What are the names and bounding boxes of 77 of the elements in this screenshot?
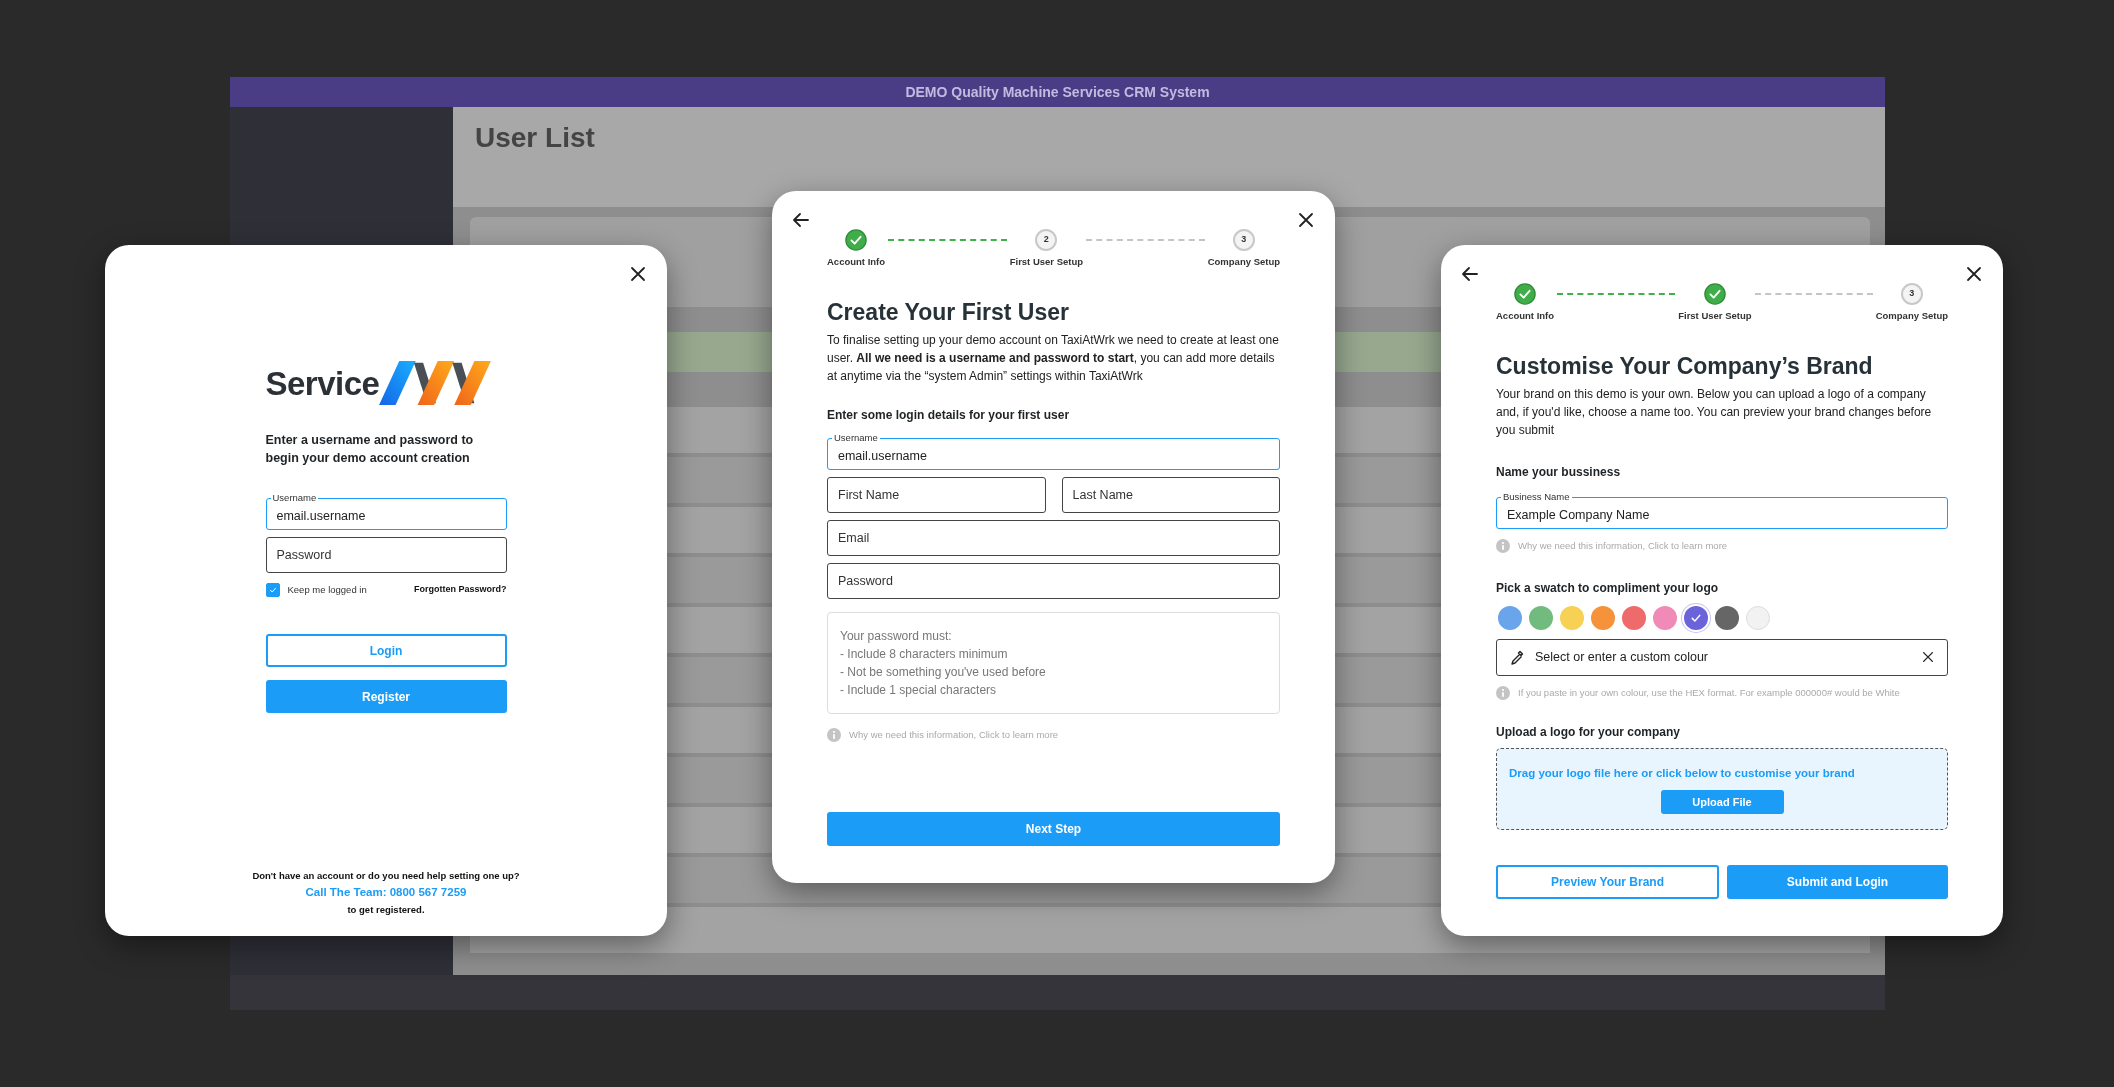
section-label: Enter some login details for your first user (827, 407, 1071, 424)
section-label: Upload a logo for your company (1496, 723, 1681, 740)
color-swatch[interactable] (1529, 605, 1553, 630)
input-field[interactable]: Password (265, 537, 507, 573)
intro-text: To finalise setting up your demo account on TaxiAtWrk we need to create at least one user. All we need is a username and password to start, you can add more details at anytime via the “system Admin” settings within TaxiAtWrk (827, 332, 1280, 386)
input-field[interactable]: Last Name (1061, 477, 1280, 514)
info-icon (1496, 685, 1510, 700)
text-input[interactable]: email.username (276, 503, 496, 529)
logo-stripes-icon (379, 361, 492, 405)
colour-field[interactable]: Select or enter a custom colour (1496, 638, 1948, 676)
step-label: Account Info (1496, 309, 1555, 323)
dialog-title: Create Your First User (827, 298, 1071, 328)
eyedropper-icon (1509, 649, 1525, 665)
heading-text: Enter a username and password to begin your demo account creation (265, 432, 475, 467)
field-label: Username (271, 493, 318, 503)
upload-button[interactable]: Upload File (1660, 789, 1784, 814)
close-icon[interactable] (629, 265, 647, 283)
color-swatch[interactable] (1715, 605, 1739, 630)
help-text: Don't have an account or do you need help setting one up? (252, 869, 520, 883)
forgot-password-link[interactable]: Forgotten Password? (414, 583, 507, 597)
button[interactable]: Login (265, 634, 507, 667)
checkbox[interactable] (265, 583, 280, 597)
step-label: Account Info (827, 255, 886, 269)
clear-icon[interactable] (1921, 650, 1935, 664)
logo-text: Service (265, 366, 380, 400)
color-swatch[interactable] (1560, 605, 1584, 630)
dropzone-hint: Drag your logo file here or click below to customise your brand (1509, 765, 1855, 781)
app-header-title: DEMO Quality Machine Services CRM System (905, 82, 1210, 102)
step-label: First User Setup (1678, 309, 1752, 323)
info-icon (1496, 539, 1510, 554)
color-swatch[interactable] (1622, 605, 1646, 630)
info-note[interactable]: Why we need this information, Click to learn more (849, 728, 1059, 743)
button[interactable]: Register (265, 680, 507, 713)
call-team-link[interactable]: Call The Team: 0800 567 7259 (305, 884, 467, 901)
info-note[interactable]: Why we need this information, Click to learn more (1518, 539, 1728, 554)
field-label: Business Name (1502, 492, 1571, 503)
color-swatch[interactable] (1684, 605, 1708, 630)
rule-text: - Include 1 special characters (840, 682, 998, 700)
section-label: Name your bussiness (1496, 464, 1622, 481)
text-input[interactable]: Example Company Name (1507, 502, 1937, 529)
input-field[interactable]: Business Name Example Company Name (1496, 492, 1948, 530)
color-swatch[interactable] (1653, 605, 1677, 630)
field-label: Username (833, 433, 879, 444)
info-icon (827, 728, 841, 743)
back-arrow-icon[interactable] (792, 211, 810, 229)
text-input[interactable]: email.username (838, 443, 1269, 470)
input-field[interactable]: Email (827, 520, 1280, 557)
step-number: 3 (1232, 229, 1255, 251)
dialog-title: Customise Your Company’s Brand (1496, 352, 1874, 382)
input-field[interactable]: Username email.username (265, 493, 507, 530)
close-icon[interactable] (1297, 211, 1315, 229)
rule-text: - Include 8 characters minimum (840, 646, 1009, 664)
button[interactable]: Next Step (827, 812, 1280, 846)
step-label: First User Setup (1009, 255, 1084, 269)
intro-text: Your brand on this demo is your own. Below you can upload a logo of a company and, if you'd like, choose a name too. You can preview your brand changes before you submit (1496, 386, 1933, 440)
step-label: Company Setup (1207, 255, 1280, 269)
step-label: Company Setup (1875, 309, 1948, 323)
close-icon[interactable] (1965, 265, 1983, 283)
checkbox-label: Keep me logged in (287, 582, 367, 597)
rule-text: - Not be something you've used before (840, 664, 1047, 682)
input-field[interactable]: First Name (827, 477, 1046, 514)
input-field[interactable]: Username email.username (827, 433, 1280, 471)
info-note[interactable]: If you paste in your own colour, use the HEX format. For example 000000# would be White (1518, 685, 1900, 700)
color-swatch[interactable] (1498, 605, 1522, 630)
color-swatch[interactable] (1591, 605, 1615, 630)
page-title: User List (475, 121, 595, 155)
help-text: to get registered. (347, 903, 425, 917)
button[interactable]: Preview Your Brand (1496, 865, 1719, 899)
step-number: 2 (1035, 229, 1058, 251)
back-arrow-icon[interactable] (1461, 265, 1479, 283)
rule-text: Your password must: (840, 628, 953, 646)
step-number: 3 (1900, 283, 1923, 305)
button[interactable]: Submit and Login (1727, 865, 1948, 899)
upload-dropzone[interactable]: Drag your logo file here or click below to customise your brand Upload File (1496, 747, 1948, 830)
section-label: Pick a swatch to compliment your logo (1496, 579, 1720, 596)
input-field[interactable]: Password (827, 563, 1280, 600)
color-swatch[interactable] (1746, 605, 1770, 630)
